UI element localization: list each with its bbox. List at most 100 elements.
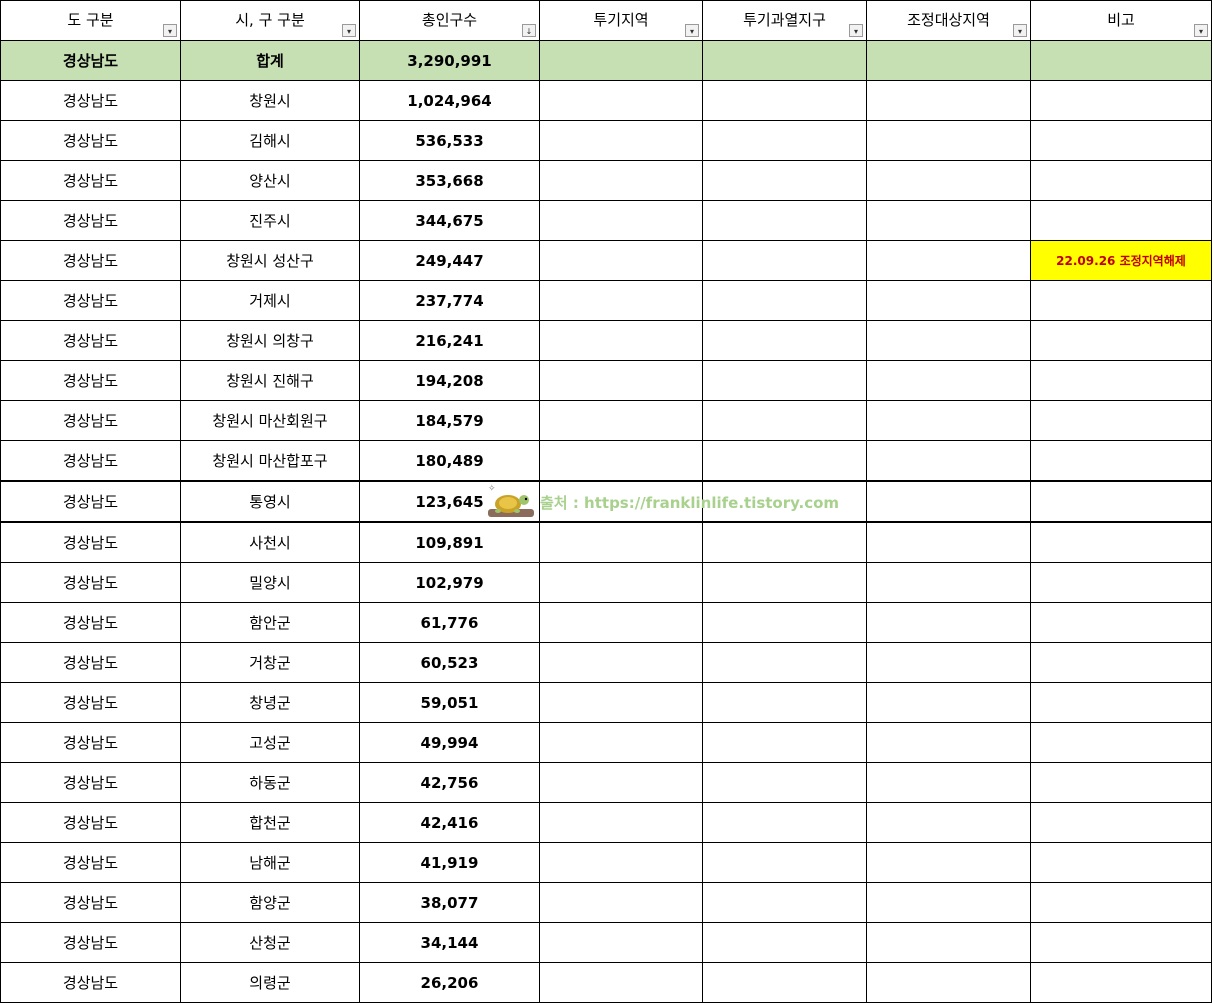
cell-population[interactable]: 102,979	[359, 562, 540, 603]
cell-overheated-district[interactable]	[702, 602, 867, 643]
cell-province[interactable]: 경상남도	[0, 160, 181, 201]
cell-note[interactable]	[1030, 480, 1212, 523]
cell-population[interactable]: 536,533	[359, 120, 540, 161]
cell-note[interactable]	[1030, 320, 1212, 361]
cell-city[interactable]: 거창군	[180, 642, 360, 683]
cell-note[interactable]	[1030, 842, 1212, 883]
cell-note[interactable]	[1030, 882, 1212, 923]
cell-province[interactable]: 경상남도	[0, 480, 181, 523]
cell-note[interactable]	[1030, 642, 1212, 683]
cell-adjustment-area[interactable]	[866, 40, 1031, 81]
cell-speculation-area[interactable]	[539, 802, 703, 843]
cell-city[interactable]: 고성군	[180, 722, 360, 763]
cell-speculation-area[interactable]	[539, 882, 703, 923]
cell-overheated-district[interactable]	[702, 922, 867, 963]
cell-province[interactable]: 경상남도	[0, 40, 181, 81]
cell-adjustment-area[interactable]	[866, 280, 1031, 321]
cell-note[interactable]	[1030, 521, 1212, 563]
cell-note[interactable]	[1030, 160, 1212, 201]
cell-city[interactable]: 양산시	[180, 160, 360, 201]
cell-speculation-area[interactable]	[539, 962, 703, 1003]
cell-population[interactable]: 216,241	[359, 320, 540, 361]
cell-adjustment-area[interactable]	[866, 320, 1031, 361]
cell-population[interactable]: 42,756	[359, 762, 540, 803]
cell-province[interactable]: 경상남도	[0, 360, 181, 401]
cell-overheated-district[interactable]	[702, 562, 867, 603]
cell-note[interactable]	[1030, 360, 1212, 401]
cell-speculation-area[interactable]	[539, 200, 703, 241]
cell-note[interactable]	[1030, 762, 1212, 803]
cell-overheated-district[interactable]	[702, 160, 867, 201]
cell-overheated-district[interactable]	[702, 722, 867, 763]
cell-adjustment-area[interactable]	[866, 722, 1031, 763]
cell-province[interactable]: 경상남도	[0, 682, 181, 723]
cell-speculation-area[interactable]	[539, 562, 703, 603]
cell-note[interactable]	[1030, 400, 1212, 441]
cell-city[interactable]: 창원시 의창구	[180, 320, 360, 361]
cell-speculation-area[interactable]	[539, 120, 703, 161]
cell-population[interactable]: 61,776	[359, 602, 540, 643]
cell-city[interactable]: 통영시	[180, 480, 360, 523]
cell-population[interactable]: 41,919	[359, 842, 540, 883]
cell-adjustment-area[interactable]	[866, 80, 1031, 121]
cell-overheated-district[interactable]	[702, 400, 867, 441]
cell-adjustment-area[interactable]	[866, 120, 1031, 161]
cell-adjustment-area[interactable]	[866, 762, 1031, 803]
header-province[interactable]: 도 구분 ▾	[0, 0, 181, 41]
cell-province[interactable]: 경상남도	[0, 922, 181, 963]
cell-overheated-district[interactable]	[702, 642, 867, 683]
cell-population[interactable]: 49,994	[359, 722, 540, 763]
header-overheated-district[interactable]: 투기과열지구 ▾	[702, 0, 867, 41]
cell-city[interactable]: 창녕군	[180, 682, 360, 723]
cell-adjustment-area[interactable]	[866, 160, 1031, 201]
cell-population[interactable]: 184,579	[359, 400, 540, 441]
cell-province[interactable]: 경상남도	[0, 440, 181, 482]
cell-province[interactable]: 경상남도	[0, 882, 181, 923]
filter-dropdown-icon[interactable]: ▾	[342, 24, 356, 37]
cell-province[interactable]: 경상남도	[0, 762, 181, 803]
cell-city[interactable]: 하동군	[180, 762, 360, 803]
cell-city[interactable]: 함양군	[180, 882, 360, 923]
cell-overheated-district[interactable]	[702, 240, 867, 281]
cell-city[interactable]: 창원시 성산구	[180, 240, 360, 281]
cell-city[interactable]: 창원시	[180, 80, 360, 121]
cell-population[interactable]: 3,290,991	[359, 40, 540, 81]
cell-city[interactable]: 창원시 마산합포구	[180, 440, 360, 482]
cell-adjustment-area[interactable]	[866, 882, 1031, 923]
cell-population[interactable]: 180,489	[359, 440, 540, 482]
cell-overheated-district[interactable]	[702, 40, 867, 81]
cell-city[interactable]: 진주시	[180, 200, 360, 241]
filter-dropdown-icon[interactable]: ▾	[685, 24, 699, 37]
header-speculation-area[interactable]: 투기지역 ▾	[539, 0, 703, 41]
header-adjustment-area[interactable]: 조정대상지역 ▾	[866, 0, 1031, 41]
cell-speculation-area[interactable]	[539, 842, 703, 883]
sort-descending-icon[interactable]: ↓	[522, 24, 536, 37]
cell-city[interactable]: 남해군	[180, 842, 360, 883]
cell-speculation-area[interactable]	[539, 521, 703, 563]
cell-overheated-district[interactable]	[702, 762, 867, 803]
cell-city[interactable]: 밀양시	[180, 562, 360, 603]
cell-overheated-district[interactable]	[702, 521, 867, 563]
cell-adjustment-area[interactable]	[866, 480, 1031, 523]
filter-dropdown-icon[interactable]: ▾	[1013, 24, 1027, 37]
cell-city[interactable]: 창원시 마산회원구	[180, 400, 360, 441]
cell-city[interactable]: 합계	[180, 40, 360, 81]
cell-overheated-district[interactable]	[702, 882, 867, 923]
cell-speculation-area[interactable]	[539, 722, 703, 763]
cell-note[interactable]	[1030, 200, 1212, 241]
cell-note[interactable]	[1030, 602, 1212, 643]
cell-note[interactable]	[1030, 120, 1212, 161]
cell-overheated-district[interactable]	[702, 802, 867, 843]
cell-city[interactable]: 창원시 진해구	[180, 360, 360, 401]
cell-city[interactable]: 김해시	[180, 120, 360, 161]
cell-adjustment-area[interactable]	[866, 440, 1031, 482]
cell-population[interactable]: 42,416	[359, 802, 540, 843]
cell-province[interactable]: 경상남도	[0, 642, 181, 683]
cell-population[interactable]: 1,024,964	[359, 80, 540, 121]
cell-province[interactable]: 경상남도	[0, 80, 181, 121]
cell-city[interactable]: 함안군	[180, 602, 360, 643]
cell-note[interactable]	[1030, 40, 1212, 81]
cell-overheated-district[interactable]	[702, 80, 867, 121]
cell-population[interactable]: 38,077	[359, 882, 540, 923]
cell-province[interactable]: 경상남도	[0, 280, 181, 321]
